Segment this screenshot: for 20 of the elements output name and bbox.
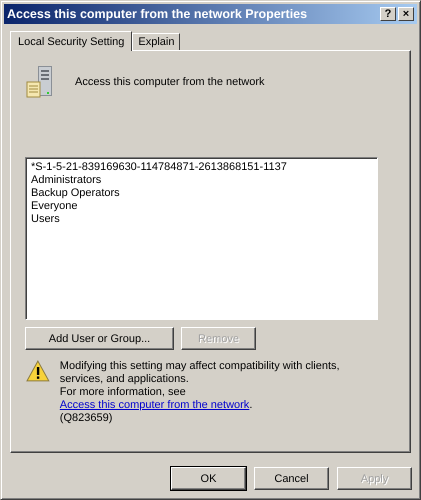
tab[interactable]: Explain: [132, 33, 180, 50]
close-button[interactable]: ×: [398, 7, 414, 21]
tab[interactable]: Local Security Setting: [10, 31, 132, 51]
account-item[interactable]: Users: [29, 213, 62, 226]
warning-text: Modifying this setting may affect compatibility with clients, services, and applications.: [60, 360, 341, 386]
add-button[interactable]: Add User or Group...: [25, 327, 174, 350]
reference-text: (Q823659): [60, 412, 114, 425]
account-item[interactable]: Backup Operators: [29, 187, 122, 200]
policy-name: Access this computer from the network: [75, 76, 265, 88]
account-item[interactable]: Everyone: [29, 200, 80, 213]
ok-button[interactable]: OK: [171, 467, 246, 490]
help-button[interactable]: ?: [380, 7, 396, 21]
account-item[interactable]: Administrators: [29, 174, 104, 187]
accounts-list[interactable]: *S-1-5-21-839169630-114784871-2613868151-1137 Administrators Backup Operators Everyone Users: [25, 157, 378, 320]
cancel-button[interactable]: Cancel: [254, 467, 329, 490]
more-info-text: For more information, see Access this computer from the network.: [60, 386, 254, 412]
policy-link[interactable]: Access this computer from the network: [60, 399, 250, 411]
warning-icon: [26, 360, 50, 382]
account-item[interactable]: *S-1-5-21-839169630-114784871-2613868151-1137: [29, 161, 289, 174]
window-title: Access this computer from the network Properties: [7, 7, 308, 21]
